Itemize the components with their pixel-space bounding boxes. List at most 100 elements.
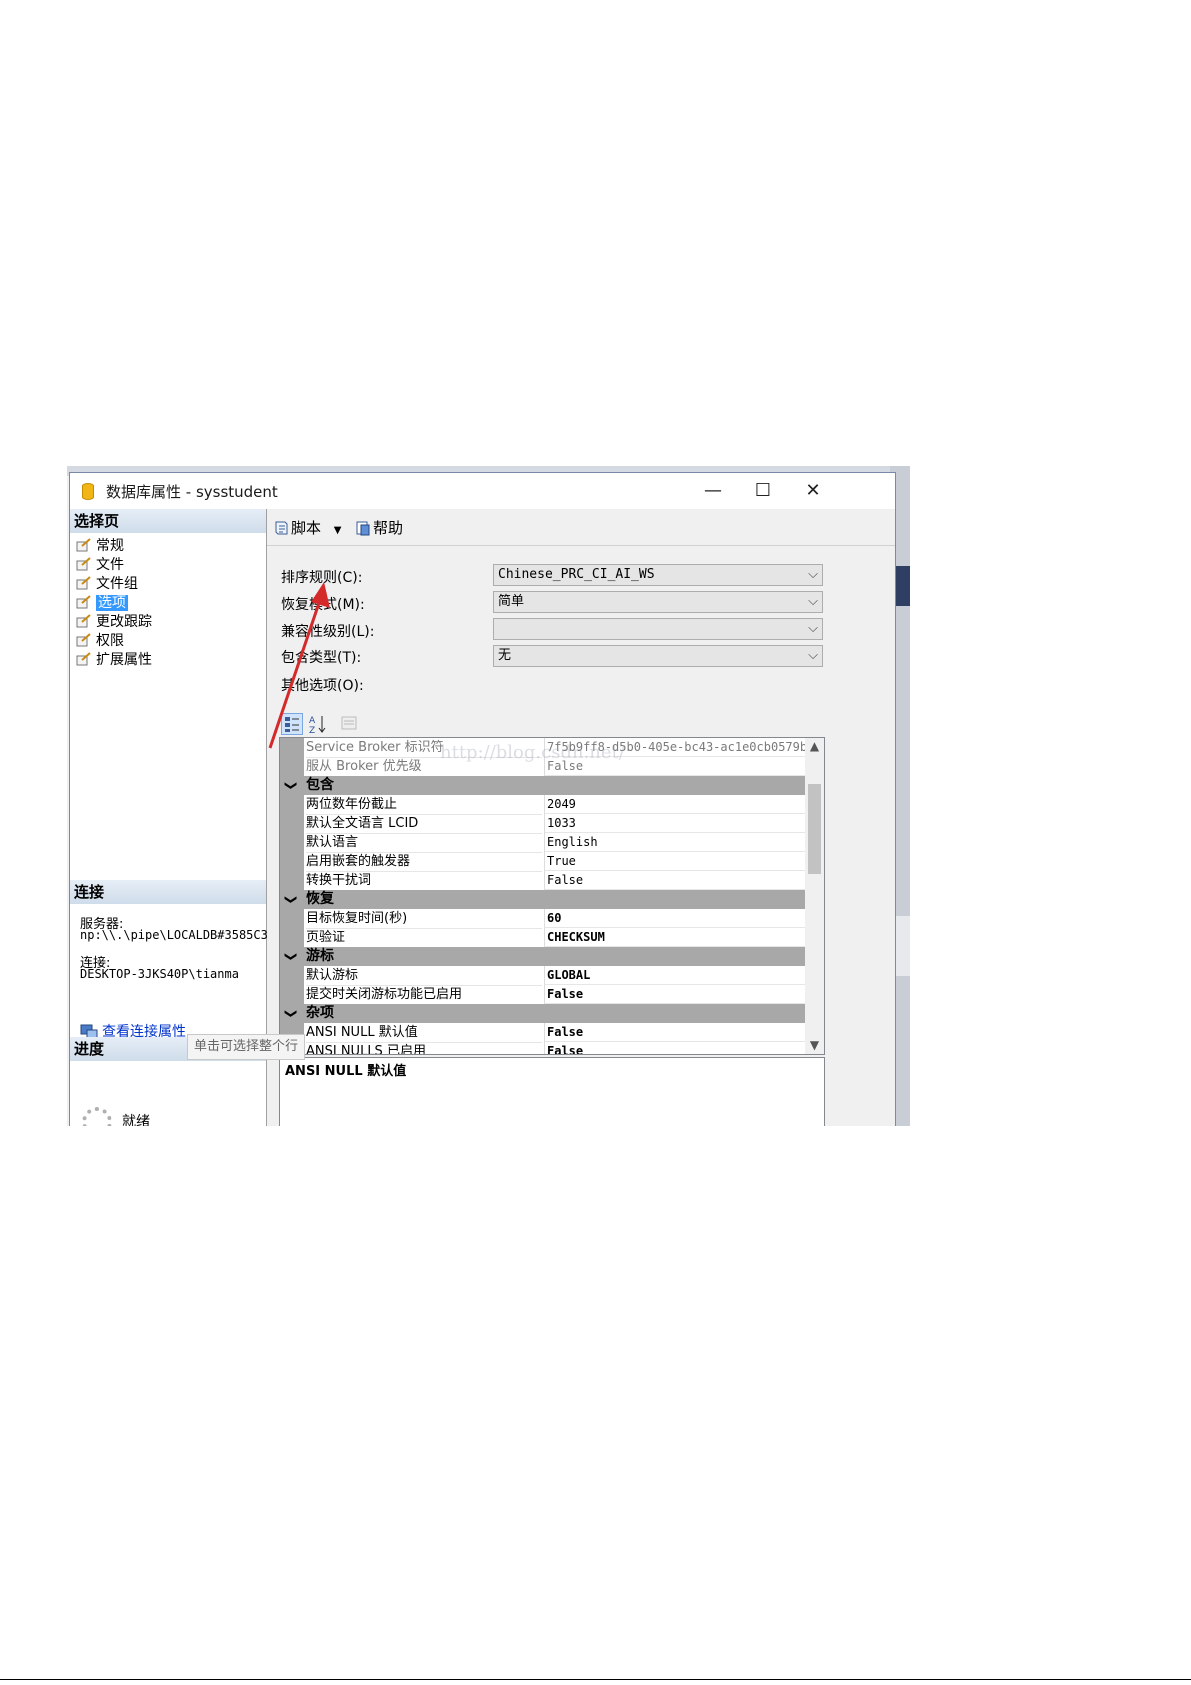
- category-name: 游标: [306, 948, 334, 964]
- other-options-label: 其他选项(O):: [281, 678, 364, 694]
- property-name: 默认游标: [306, 966, 542, 986]
- grid-category-row[interactable]: ❯ 包含: [280, 776, 805, 795]
- description-title: ANSI NULL 默认值: [285, 1064, 407, 1079]
- grid-category-row[interactable]: ❯ 恢复: [280, 890, 805, 909]
- grid-property-row[interactable]: ANSI NULLS 已启用 False: [280, 1042, 805, 1054]
- nav-item[interactable]: 权限: [76, 632, 124, 650]
- categorized-view-button[interactable]: [281, 713, 303, 735]
- close-button[interactable]: ✕: [790, 475, 836, 507]
- row-gutter: [280, 928, 304, 947]
- chevron-down-icon: ⌵: [808, 648, 818, 663]
- chevron-down-icon: ⌵: [808, 621, 818, 636]
- connection-value: DESKTOP-3JKS40P\tianma: [80, 967, 239, 981]
- containment-type-label: 包含类型(T):: [281, 650, 362, 666]
- grid-property-row[interactable]: 两位数年份截止 2049: [280, 795, 805, 815]
- property-name: ANSI NULLS 已启用: [306, 1042, 542, 1054]
- scroll-down-icon[interactable]: ▼: [805, 1037, 824, 1054]
- script-label: 脚本: [291, 519, 322, 537]
- page-icon: [76, 595, 91, 609]
- category-name: 杂项: [306, 1005, 334, 1021]
- compatibility-level-select[interactable]: ⌵: [493, 618, 823, 640]
- collapse-chevron-icon[interactable]: ❯: [282, 780, 301, 790]
- alphabetical-sort-button[interactable]: AZ: [307, 713, 329, 736]
- property-value[interactable]: False: [544, 871, 805, 890]
- grid-category-row[interactable]: ❯ 游标: [280, 947, 805, 966]
- screenshot-region: 数据库属性 - sysstudent — ☐ ✕ 选择页 常规文件文件组选项更改…: [67, 466, 910, 1126]
- grid-property-row[interactable]: 目标恢复时间(秒) 60: [280, 909, 805, 929]
- property-value[interactable]: CHECKSUM: [544, 928, 805, 947]
- grid-property-row[interactable]: 默认语言 English: [280, 833, 805, 853]
- grid-category-row[interactable]: ❯ 杂项: [280, 1004, 805, 1023]
- help-icon: [356, 521, 370, 536]
- property-value[interactable]: English: [544, 833, 805, 852]
- property-value[interactable]: False: [544, 1042, 805, 1054]
- nav-item-label: 选项: [96, 595, 128, 611]
- scroll-thumb[interactable]: [808, 784, 821, 874]
- property-grid[interactable]: Service Broker 标识符 7f5b9ff8-d5b0-405e-bc4…: [279, 737, 825, 1055]
- collapse-chevron-icon[interactable]: ❯: [282, 951, 301, 961]
- progress-spinner-icon: [82, 1107, 112, 1126]
- collation-select[interactable]: Chinese_PRC_CI_AI_WS ⌵: [493, 564, 823, 586]
- property-name: 默认语言: [306, 833, 542, 853]
- minimize-button[interactable]: —: [690, 475, 736, 507]
- property-value[interactable]: 2049: [544, 795, 805, 814]
- row-gutter: [280, 966, 304, 985]
- nav-item[interactable]: 扩展属性: [76, 651, 152, 669]
- grid-property-row[interactable]: ANSI NULL 默认值 False: [280, 1023, 805, 1043]
- property-value[interactable]: GLOBAL: [544, 966, 805, 985]
- nav-item[interactable]: 文件组: [76, 575, 138, 593]
- collation-label: 排序规则(C):: [281, 570, 363, 586]
- page-icon: [76, 652, 91, 666]
- collapse-chevron-icon[interactable]: ❯: [282, 1008, 301, 1018]
- property-name: 默认全文语言 LCID: [306, 814, 542, 834]
- grid-vertical-scrollbar[interactable]: ▲ ▼: [805, 738, 824, 1054]
- status-text: 就绪: [122, 1114, 150, 1126]
- grid-property-row[interactable]: 页验证 CHECKSUM: [280, 928, 805, 948]
- property-pages-icon: [341, 716, 357, 730]
- category-name: 恢复: [306, 891, 334, 907]
- recovery-model-select[interactable]: 简单 ⌵: [493, 591, 823, 613]
- grid-property-row[interactable]: 提交时关闭游标功能已启用 False: [280, 985, 805, 1005]
- maximize-button[interactable]: ☐: [740, 475, 786, 507]
- recovery-model-value: 简单: [498, 594, 525, 609]
- property-value[interactable]: False: [544, 985, 805, 1004]
- nav-item-label: 文件组: [96, 576, 138, 592]
- nav-item-label: 常规: [96, 538, 124, 554]
- grid-property-row[interactable]: 转换干扰词 False: [280, 871, 805, 891]
- grid-property-row[interactable]: 默认游标 GLOBAL: [280, 966, 805, 986]
- script-icon: [275, 521, 288, 535]
- connection-header: 连接: [70, 880, 266, 904]
- nav-item-label: 权限: [96, 633, 124, 649]
- property-value[interactable]: 60: [544, 909, 805, 928]
- row-gutter: [280, 909, 304, 928]
- page-bottom-rule: [0, 1679, 1191, 1680]
- grid-property-row[interactable]: 启用嵌套的触发器 True: [280, 852, 805, 872]
- property-value[interactable]: True: [544, 852, 805, 871]
- page-icon: [76, 614, 91, 628]
- collation-value: Chinese_PRC_CI_AI_WS: [498, 567, 655, 582]
- scroll-up-icon[interactable]: ▲: [805, 738, 824, 755]
- script-button[interactable]: 脚本 ▼: [273, 517, 342, 538]
- nav-item[interactable]: 更改跟踪: [76, 613, 152, 631]
- containment-type-select[interactable]: 无 ⌵: [493, 645, 823, 667]
- row-gutter: [280, 795, 304, 814]
- property-description-panel: ANSI NULL 默认值: [279, 1057, 825, 1126]
- property-pages-button[interactable]: [339, 713, 361, 735]
- property-name: 提交时关闭游标功能已启用: [306, 985, 542, 1005]
- nav-item[interactable]: 选项: [76, 594, 128, 612]
- title-bar[interactable]: 数据库属性 - sysstudent — ☐ ✕: [70, 473, 895, 509]
- script-dropdown-icon[interactable]: ▼: [334, 525, 342, 536]
- grid-property-row[interactable]: 默认全文语言 LCID 1033: [280, 814, 805, 834]
- row-gutter: [280, 871, 304, 890]
- help-button[interactable]: 帮助: [355, 517, 403, 538]
- nav-item[interactable]: 文件: [76, 556, 124, 574]
- database-properties-dialog: 数据库属性 - sysstudent — ☐ ✕ 选择页 常规文件文件组选项更改…: [69, 472, 896, 1126]
- property-value[interactable]: 1033: [544, 814, 805, 833]
- select-page-header: 选择页: [70, 509, 266, 533]
- watermark-text: http://blog.csdn.net/: [440, 742, 625, 763]
- chevron-down-icon: ⌵: [808, 567, 818, 582]
- property-name: ANSI NULL 默认值: [306, 1023, 542, 1043]
- nav-item[interactable]: 常规: [76, 537, 124, 555]
- collapse-chevron-icon[interactable]: ❯: [282, 894, 301, 904]
- property-value[interactable]: False: [544, 1023, 805, 1042]
